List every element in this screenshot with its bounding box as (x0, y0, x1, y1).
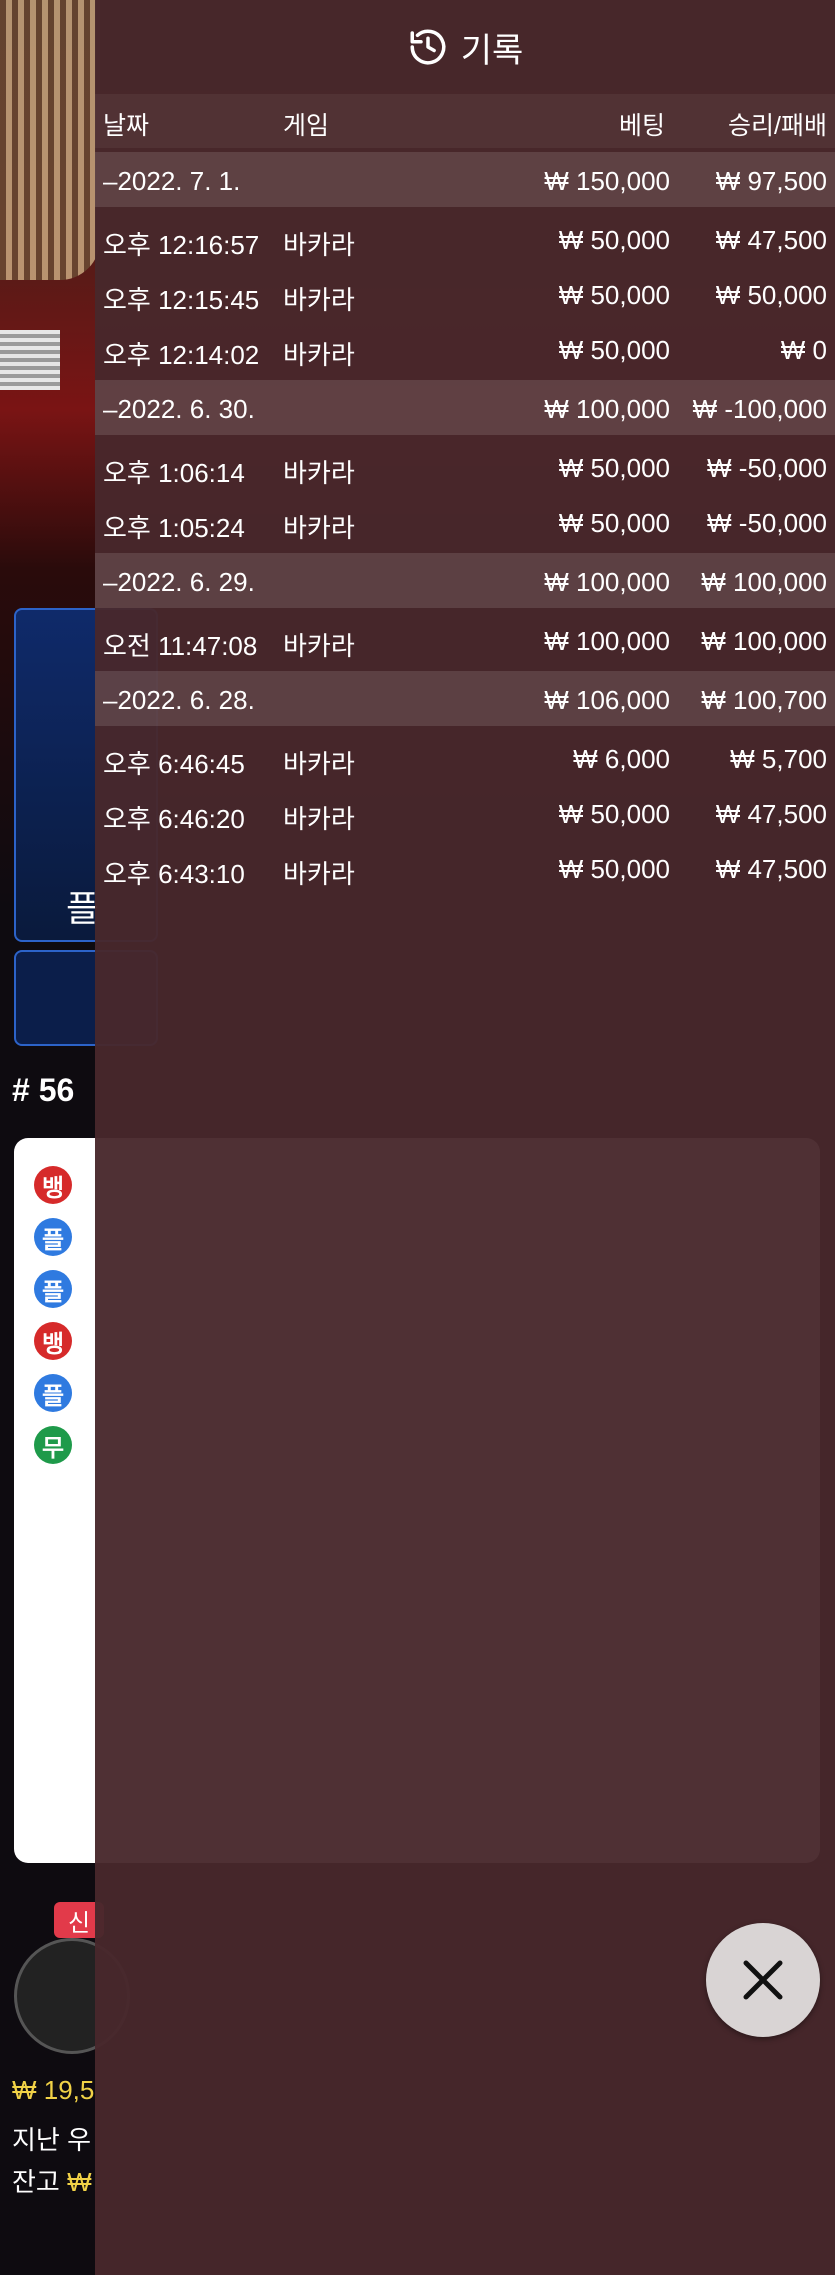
row-date: –2022. 6. 29. (103, 567, 255, 597)
row-game: 바카라 (283, 230, 355, 260)
history-icon (410, 29, 446, 65)
history-panel: 기록 날짜 게임 베팅 승리/패배 –2022. 7. 1. ₩ 150,000 ₩… (95, 0, 835, 2275)
row-date: 오후 1:05:24 (103, 513, 245, 543)
row-result: ₩ -50,000 (707, 508, 827, 538)
history-row: 오전 11:47:08 바카라 ₩ 100,000 ₩ 100,000 (95, 612, 835, 667)
history-date-group-row: –2022. 6. 30. ₩ 100,000 ₩ -100,000 (95, 380, 835, 435)
bead-banker: 뱅 (34, 1322, 72, 1360)
row-date: –2022. 6. 30. (103, 394, 255, 424)
row-result: ₩ 100,700 (701, 685, 827, 715)
row-bet: ₩ 50,000 (558, 453, 670, 483)
row-bet: ₩ 50,000 (558, 508, 670, 538)
row-bet: ₩ 6,000 (573, 744, 670, 774)
bead-player: 플 (34, 1374, 72, 1412)
history-date-group-row: –2022. 7. 1. ₩ 150,000 ₩ 97,500 (95, 152, 835, 207)
row-result: ₩ 47,500 (715, 854, 827, 884)
row-date: 오후 6:46:20 (103, 804, 245, 834)
row-game: 바카라 (283, 340, 355, 370)
bead-player: 플 (34, 1218, 72, 1256)
column-bet: 베팅 (618, 112, 665, 140)
row-game: 바카라 (283, 285, 355, 315)
balance-label: 잔고 (12, 2167, 60, 2197)
history-column-headers: 날짜 게임 베팅 승리/패배 (95, 94, 835, 148)
history-list: –2022. 7. 1. ₩ 150,000 ₩ 97,500 오후 12:16:57… (95, 152, 835, 895)
row-bet: ₩ 50,000 (558, 799, 670, 829)
bead-banker: 뱅 (34, 1166, 72, 1204)
bead-player: 플 (34, 1270, 72, 1308)
row-date: 오후 12:15:45 (103, 285, 260, 315)
row-game: 바카라 (283, 749, 355, 779)
row-bet: ₩ 100,000 (544, 394, 670, 424)
row-date: 오후 12:14:02 (103, 340, 260, 370)
bet-amount: ₩ 19,5 (12, 2075, 95, 2105)
row-result: ₩ 100,000 (701, 567, 827, 597)
history-row: 오후 12:15:45 바카라 ₩ 50,000 ₩ 50,000 (95, 266, 835, 321)
history-date-group-row: –2022. 6. 29. ₩ 100,000 ₩ 100,000 (95, 553, 835, 608)
row-date: 오후 12:16:57 (103, 230, 260, 260)
row-result: ₩ 100,000 (701, 626, 827, 656)
history-row: 오후 1:05:24 바카라 ₩ 50,000 ₩ -50,000 (95, 494, 835, 549)
row-bet: ₩ 50,000 (558, 335, 670, 365)
row-result: ₩ 50,000 (715, 280, 827, 310)
chip-stack-image (0, 330, 60, 390)
row-result: ₩ 0 (780, 335, 827, 365)
balance-amount: ₩ (67, 2167, 92, 2197)
row-result: ₩ 97,500 (715, 166, 827, 196)
row-result: ₩ 5,700 (730, 744, 827, 774)
history-row: 오후 12:14:02 바카라 ₩ 50,000 ₩ 0 (95, 321, 835, 376)
row-date: 오후 1:06:14 (103, 458, 245, 488)
row-date: 오전 11:47:08 (103, 631, 258, 661)
history-row: 오후 6:46:20 바카라 ₩ 50,000 ₩ 47,500 (95, 785, 835, 840)
history-row: 오후 1:06:14 바카라 ₩ 50,000 ₩ -50,000 (95, 439, 835, 494)
column-game: 게임 (283, 112, 330, 140)
row-game: 바카라 (283, 804, 355, 834)
row-bet: ₩ 150,000 (544, 166, 670, 196)
row-result: ₩ 47,500 (715, 225, 827, 255)
row-date: 오후 6:43:10 (103, 859, 245, 889)
row-game: 바카라 (283, 631, 355, 661)
row-result: ₩ -50,000 (707, 453, 827, 483)
row-result: ₩ 47,500 (715, 799, 827, 829)
row-bet: ₩ 50,000 (558, 280, 670, 310)
balance: 잔고 ₩ (12, 2162, 92, 2199)
row-date: –2022. 7. 1. (103, 166, 241, 196)
row-game: 바카라 (283, 859, 355, 889)
history-date-group-row: –2022. 6. 28. ₩ 106,000 ₩ 100,700 (95, 671, 835, 726)
history-row: 오후 12:16:57 바카라 ₩ 50,000 ₩ 47,500 (95, 211, 835, 266)
row-bet: ₩ 100,000 (544, 567, 670, 597)
row-result: ₩ -100,000 (692, 394, 827, 424)
close-button[interactable] (706, 1923, 820, 2037)
row-bet: ₩ 106,000 (544, 685, 670, 715)
roulette-wheel-image (0, 0, 100, 280)
history-title: 기록 (460, 31, 524, 70)
history-row: 오후 6:43:10 바카라 ₩ 50,000 ₩ 47,500 (95, 840, 835, 895)
close-icon (743, 1960, 783, 2000)
row-game: 바카라 (283, 513, 355, 543)
column-date: 날짜 (103, 112, 150, 140)
history-header: 기록 (95, 0, 835, 94)
column-result: 승리/패배 (728, 112, 827, 140)
row-game: 바카라 (283, 458, 355, 488)
bead-tie: 무 (34, 1426, 72, 1464)
row-date: –2022. 6. 28. (103, 685, 255, 715)
history-row: 오후 6:46:45 바카라 ₩ 6,000 ₩ 5,700 (95, 730, 835, 785)
row-bet: ₩ 50,000 (558, 854, 670, 884)
row-bet: ₩ 100,000 (544, 626, 670, 656)
row-date: 오후 6:46:45 (103, 749, 245, 779)
round-number: # 56 (12, 1072, 75, 1108)
row-bet: ₩ 50,000 (558, 225, 670, 255)
last-win-label: 지난 우 (12, 2125, 91, 2155)
